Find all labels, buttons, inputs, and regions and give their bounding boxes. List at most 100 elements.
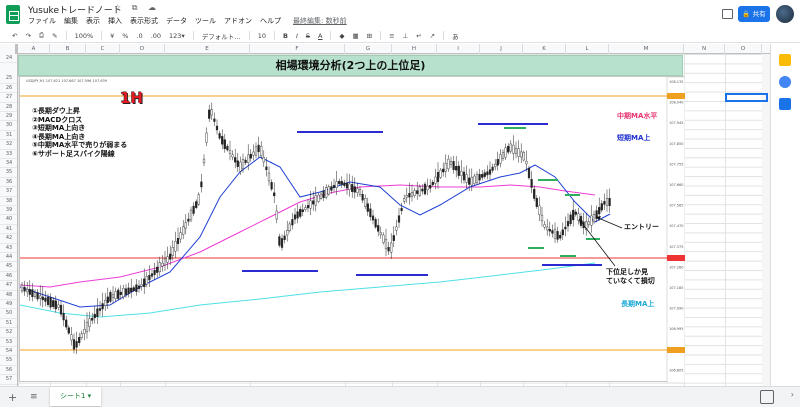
sheets-logo-icon[interactable] <box>6 5 20 24</box>
column-header[interactable]: J <box>480 44 523 54</box>
row-header[interactable]: 39 <box>0 206 17 216</box>
text-rotate-icon[interactable]: ↗ <box>430 32 435 40</box>
row-header[interactable]: 46 <box>0 272 17 282</box>
row-header[interactable]: 32 <box>0 140 17 150</box>
row-header[interactable]: 52 <box>0 328 17 338</box>
menu-item[interactable]: 挿入 <box>108 16 122 26</box>
merged-title-cell[interactable]: 相場環境分析(2つ上の上位足) <box>18 55 683 76</box>
row-header[interactable]: 24 <box>0 54 17 64</box>
keep-icon[interactable] <box>779 54 791 66</box>
row-header[interactable]: 45 <box>0 262 17 272</box>
column-header[interactable]: F <box>250 44 345 54</box>
row-header[interactable]: 49 <box>0 300 17 310</box>
undo-icon[interactable]: ↶ <box>12 32 17 40</box>
tasks-icon[interactable] <box>779 76 791 88</box>
merge-cells-icon[interactable]: ⊞ <box>367 32 372 40</box>
last-edit-link[interactable]: 最終編集: 数秒前 <box>293 16 347 26</box>
row-header[interactable]: 30 <box>0 121 17 131</box>
row-header[interactable]: 25 <box>0 74 17 84</box>
embedded-chart-image[interactable]: 108.135 108.040 107.945 107.850 107.755 107.6… <box>19 76 685 383</box>
column-header[interactable]: L <box>566 44 609 54</box>
text-color-button[interactable]: A <box>318 32 322 40</box>
row-header[interactable]: 56 <box>0 366 17 376</box>
avatar[interactable] <box>776 5 794 23</box>
row-header[interactable]: 40 <box>0 215 17 225</box>
row-header[interactable]: 38 <box>0 197 17 206</box>
row-header[interactable]: 42 <box>0 234 17 244</box>
row-header[interactable]: 48 <box>0 291 17 300</box>
column-header[interactable]: C <box>86 44 120 54</box>
row-header[interactable]: 27 <box>0 93 17 103</box>
select-all-corner[interactable] <box>0 44 18 54</box>
document-title[interactable]: Yusukeトレードノート <box>28 3 122 16</box>
row-header[interactable]: 28 <box>0 103 17 112</box>
row-header[interactable]: 55 <box>0 356 17 366</box>
add-sheet-button[interactable]: + <box>8 391 17 404</box>
menu-item[interactable]: ツール <box>195 16 216 26</box>
column-header[interactable]: M <box>609 44 684 54</box>
horizontal-align-icon[interactable]: ≡ <box>389 32 394 40</box>
menu-item[interactable]: ヘルプ <box>260 16 281 26</box>
row-header[interactable]: 34 <box>0 159 17 169</box>
row-header[interactable]: 29 <box>0 112 17 122</box>
row-header[interactable]: 33 <box>0 150 17 159</box>
column-header[interactable]: E <box>165 44 250 54</box>
column-header[interactable]: D <box>120 44 165 54</box>
bold-button[interactable]: B <box>283 32 288 40</box>
row-header[interactable]: 26 <box>0 84 17 94</box>
share-button[interactable]: 🔒 共有 <box>738 6 770 22</box>
percent-button[interactable]: % <box>122 32 128 40</box>
row-header[interactable]: 43 <box>0 244 17 253</box>
column-header[interactable]: K <box>523 44 566 54</box>
vertical-scrollbar[interactable] <box>762 54 770 386</box>
row-header[interactable]: 53 <box>0 338 17 347</box>
font-size-select[interactable]: 10 <box>258 32 266 40</box>
column-header[interactable]: O <box>725 44 762 54</box>
font-select[interactable]: デフォルト… <box>202 31 241 41</box>
row-header[interactable]: 54 <box>0 347 17 357</box>
row-header[interactable]: 36 <box>0 178 17 188</box>
star-move-cloud-icons[interactable]: ☆ ⧉ ☁ <box>114 3 160 13</box>
row-header[interactable]: 51 <box>0 319 17 329</box>
row-header[interactable]: 47 <box>0 281 17 291</box>
row-header[interactable]: 57 <box>0 375 17 385</box>
column-header[interactable]: A <box>18 44 50 54</box>
column-header[interactable]: G <box>345 44 392 54</box>
menu-item[interactable]: 編集 <box>64 16 78 26</box>
menu-item[interactable]: データ <box>166 16 187 26</box>
row-header[interactable]: 41 <box>0 225 17 235</box>
sheet-tab[interactable]: シート1 ▾ <box>50 387 102 406</box>
menu-item[interactable]: アドオン <box>224 16 252 26</box>
decrease-decimal-button[interactable]: .0 <box>136 32 142 40</box>
currency-button[interactable]: ¥ <box>110 32 114 40</box>
selected-cell[interactable] <box>725 93 768 102</box>
input-tools-button[interactable]: あ <box>452 31 459 41</box>
menu-item[interactable]: 表示 <box>86 16 100 26</box>
comment-history-icon[interactable] <box>722 9 733 19</box>
redo-icon[interactable]: ↷ <box>25 32 30 40</box>
row-header[interactable]: 50 <box>0 309 17 319</box>
more-formats-button[interactable]: 123▾ <box>169 32 185 40</box>
vertical-align-icon[interactable]: ⊥ <box>403 32 409 40</box>
paint-format-icon[interactable]: ✎ <box>52 32 57 40</box>
increase-decimal-button[interactable]: .00 <box>151 32 161 40</box>
explore-icon[interactable] <box>760 390 774 404</box>
column-header[interactable]: B <box>50 44 86 54</box>
print-icon[interactable]: ⎙ <box>39 31 44 40</box>
strikethrough-button[interactable]: S <box>306 32 310 40</box>
borders-icon[interactable]: ▦ <box>352 32 358 40</box>
row-header[interactable]: 44 <box>0 253 17 263</box>
column-header[interactable]: N <box>684 44 725 54</box>
italic-button[interactable]: I <box>296 32 298 40</box>
row-header[interactable]: 31 <box>0 131 17 141</box>
row-header[interactable]: 35 <box>0 168 17 178</box>
menu-item[interactable]: 表示形式 <box>130 16 158 26</box>
row-header[interactable]: 37 <box>0 187 17 197</box>
calendar-icon[interactable] <box>779 98 791 110</box>
collapse-panel-icon[interactable]: › <box>791 390 794 399</box>
text-wrap-icon[interactable]: ↵ <box>416 32 421 40</box>
zoom-select[interactable]: 100% <box>75 32 94 40</box>
fill-color-icon[interactable]: ◆ <box>339 32 344 40</box>
menu-item[interactable]: ファイル <box>28 16 56 26</box>
column-header[interactable]: I <box>437 44 480 54</box>
